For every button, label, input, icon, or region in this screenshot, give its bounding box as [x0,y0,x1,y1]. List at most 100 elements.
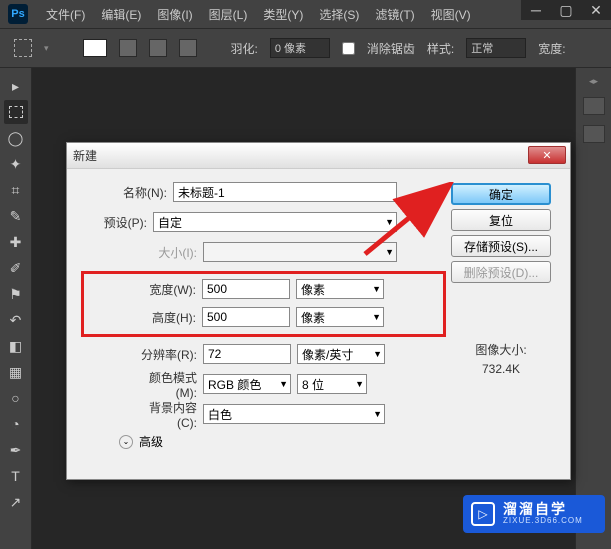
feather-label: 羽化: [231,40,258,57]
menu-filter[interactable]: 滤镜(T) [367,6,422,23]
menu-image[interactable]: 图像(I) [149,6,200,23]
menu-layer[interactable]: 图层(L) [201,6,256,23]
swatch-icon[interactable] [83,39,107,57]
size-select: ▼ [203,242,397,262]
reset-button[interactable]: 复位 [451,209,551,231]
watermark-url: ZIXUE.3D66.COM [503,517,583,526]
height-input[interactable] [202,307,290,327]
size-label: 大小(I): [137,244,203,261]
height-unit-value: 像素 [301,309,325,326]
color-depth-value: 8 位 [302,376,324,393]
chevron-down-icon: ▼ [355,379,364,389]
watermark-logo-icon: ▷ [471,502,495,526]
clone-stamp-tool-icon[interactable]: ⚑ [4,282,28,306]
width-unit-value: 像素 [301,281,325,298]
delete-preset-button: 删除预设(D)... [451,261,551,283]
chevron-down-icon: ▼ [279,379,288,389]
feather-input[interactable] [270,38,330,58]
color-mode-label: 颜色模式(M): [137,369,203,400]
save-preset-button[interactable]: 存储预设(S)... [451,235,551,257]
menubar: Ps 文件(F) 编辑(E) 图像(I) 图层(L) 类型(Y) 选择(S) 滤… [0,0,611,28]
menu-type[interactable]: 类型(Y) [255,6,311,23]
ok-button[interactable]: 确定 [451,183,551,205]
move-tool-icon[interactable]: ▸ [4,74,28,98]
brush-tool-icon[interactable]: ✐ [4,256,28,280]
chevron-down-icon: ▼ [372,284,381,294]
image-size-label: 图像大小: [475,341,526,358]
resolution-unit-select[interactable]: 像素/英寸 ▼ [297,344,385,364]
menu-view[interactable]: 视图(V) [423,6,479,23]
magic-wand-tool-icon[interactable]: ✦ [4,152,28,176]
watermark: ▷ 溜溜自学 ZIXUE.3D66.COM [463,495,605,533]
healing-brush-tool-icon[interactable]: ✚ [4,230,28,254]
maximize-button[interactable]: ▢ [551,0,581,20]
resolution-input[interactable] [203,344,291,364]
antialias-checkbox[interactable] [342,42,355,55]
chevron-down-icon: ▼ [373,349,382,359]
width-label: 宽度(W): [136,281,202,298]
marquee-tool-icon[interactable] [4,100,28,124]
selection-mode-subtract-icon[interactable] [149,39,167,57]
preset-value: 自定 [158,214,182,231]
pen-tool-icon[interactable]: ✒ [4,438,28,462]
style-label: 样式: [427,40,454,57]
history-brush-tool-icon[interactable]: ↶ [4,308,28,332]
preset-label: 预设(P): [81,214,153,231]
crop-tool-icon[interactable]: ⌗ [4,178,28,202]
eyedropper-tool-icon[interactable]: ✎ [4,204,28,228]
type-tool-icon[interactable]: T [4,464,28,488]
bg-content-select[interactable]: 白色 ▼ [203,404,385,424]
width-unit-select[interactable]: 像素 ▼ [296,279,384,299]
gradient-tool-icon[interactable]: ▦ [4,360,28,384]
options-bar: ▾ 羽化: 消除锯齿 样式: 正常 宽度: [0,28,611,68]
advanced-toggle-icon[interactable]: ⌄ [119,435,133,449]
dialog-close-button[interactable]: ✕ [528,146,566,164]
image-size-value: 732.4K [475,362,526,376]
resolution-unit-value: 像素/英寸 [302,346,353,363]
right-panel: ◂▸ [575,68,611,549]
watermark-brand: 溜溜自学 [503,502,583,517]
width-input[interactable] [202,279,290,299]
path-tool-icon[interactable]: ↗ [4,490,28,514]
menu-edit[interactable]: 编辑(E) [93,6,149,23]
highlight-annotation: 宽度(W): 像素 ▼ 高度(H): 像素 ▼ [81,271,446,337]
dialog-title: 新建 [73,147,97,164]
panel-icon-2[interactable] [583,125,605,143]
selection-mode-add-icon[interactable] [119,39,137,57]
menu-file[interactable]: 文件(F) [38,6,93,23]
width-label: 宽度: [538,40,565,57]
chevron-down-icon: ▼ [385,217,394,227]
bg-content-value: 白色 [208,406,232,423]
photoshop-logo: Ps [8,4,28,24]
menu-select[interactable]: 选择(S) [311,6,367,23]
minimize-button[interactable]: ─ [521,0,551,20]
toolbar: ▸ ◯ ✦ ⌗ ✎ ✚ ✐ ⚑ ↶ ◧ ▦ ○ ◔ ✒ T ↗ [0,68,32,549]
eraser-tool-icon[interactable]: ◧ [4,334,28,358]
color-depth-select[interactable]: 8 位 ▼ [297,374,367,394]
bg-content-label: 背景内容(C): [137,399,203,430]
height-unit-select[interactable]: 像素 ▼ [296,307,384,327]
style-dropdown[interactable]: 正常 [466,38,526,58]
blur-tool-icon[interactable]: ○ [4,386,28,410]
advanced-label: 高级 [139,433,163,450]
dodge-tool-icon[interactable]: ◔ [4,412,28,436]
preset-select[interactable]: 自定 ▼ [153,212,397,232]
chevron-down-icon: ▼ [373,409,382,419]
chevron-down-icon: ▼ [385,247,394,257]
selection-mode-intersect-icon[interactable] [179,39,197,57]
name-label: 名称(N): [81,184,173,201]
panel-icon-1[interactable] [583,97,605,115]
antialias-label: 消除锯齿 [367,40,415,57]
close-button[interactable]: ✕ [581,0,611,20]
color-mode-value: RGB 颜色 [208,376,261,393]
color-mode-select[interactable]: RGB 颜色 ▼ [203,374,291,394]
chevron-down-icon: ▼ [372,312,381,322]
new-document-dialog: 新建 ✕ 名称(N): 预设(P): 自定 ▼ 大小(I): ▼ [66,142,571,480]
active-tool-icon[interactable] [14,39,32,57]
lasso-tool-icon[interactable]: ◯ [4,126,28,150]
dialog-titlebar[interactable]: 新建 ✕ [67,143,570,169]
resolution-label: 分辨率(R): [137,346,203,363]
height-label: 高度(H): [136,309,202,326]
name-input[interactable] [173,182,397,202]
panel-collapse-icon[interactable]: ◂▸ [589,76,598,87]
